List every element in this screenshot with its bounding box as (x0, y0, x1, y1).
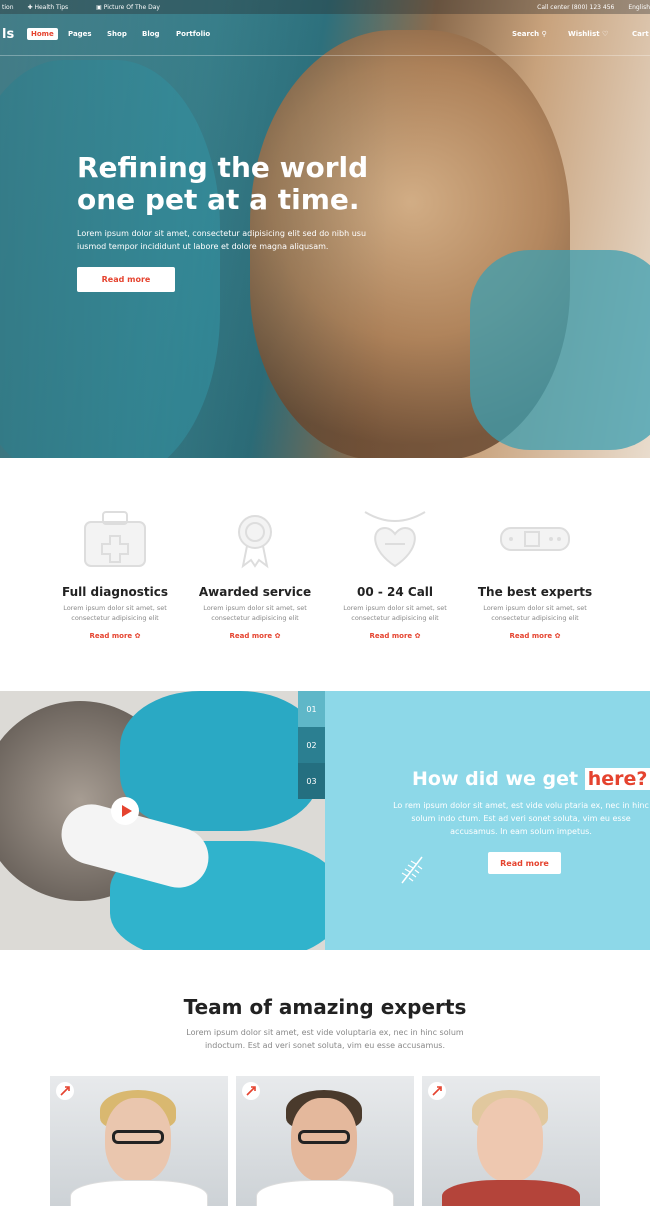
service-read-more[interactable]: Read more ✿ (510, 632, 561, 640)
nav-blog[interactable]: Blog (142, 30, 160, 38)
top-bar: tion ✚ Health Tips ▣ Picture Of The Day … (0, 0, 650, 14)
nav-home[interactable]: Home (27, 28, 58, 40)
hero-title: Refining the world one pet at a time. (77, 151, 369, 216)
award-ribbon-icon (238, 515, 272, 569)
service-title: Full diagnostics (62, 585, 168, 599)
language-switcher[interactable]: English (628, 4, 650, 11)
service-text: Lorem ipsum dolor sit amet, set consecte… (203, 604, 307, 622)
service-title: 00 - 24 Call (356, 585, 434, 599)
history-read-more-button[interactable]: Read more (488, 852, 561, 874)
paw-icon: ✿ (554, 632, 561, 640)
hero-read-more-button[interactable]: Read more (77, 267, 175, 292)
history-title: How did we get here? (412, 768, 650, 790)
tab-01[interactable]: 01 (298, 691, 325, 727)
service-card: 00 - 24 Call Lorem ipsum dolor sit amet,… (330, 508, 460, 642)
nav-shop[interactable]: Shop (107, 30, 127, 38)
first-aid-kit-icon (84, 511, 146, 567)
service-card: Full diagnostics Lorem ipsum dolor sit a… (50, 508, 180, 642)
rocket-icon (56, 1082, 74, 1100)
history-tabs: 01 02 03 (298, 691, 325, 799)
call-center-text: Call center (800) 123 456 (537, 3, 615, 11)
nav-portfolio[interactable]: Portfolio (176, 30, 210, 38)
topbar-link-health-tips[interactable]: ✚ Health Tips (28, 4, 83, 11)
service-text: Lorem ipsum dolor sit amet, set consecte… (483, 604, 587, 622)
paw-icon: ✿ (134, 632, 141, 640)
heart-icon: ♡ (602, 30, 609, 38)
logo[interactable]: ls (2, 27, 14, 42)
service-read-more[interactable]: Read more ✿ (90, 632, 141, 640)
service-title: Awarded service (198, 585, 312, 599)
service-text: Lorem ipsum dolor sit amet, set consecte… (343, 604, 447, 622)
main-nav: ls Home Pages Shop Blog Portfolio Search… (0, 27, 650, 43)
wishlist-button[interactable]: Wishlist ♡ (568, 30, 608, 38)
nav-pages[interactable]: Pages (68, 30, 92, 38)
search-icon: ⚲ (541, 30, 547, 38)
pet-collar-icon (500, 527, 570, 551)
topbar-link-picture[interactable]: ▣ Picture Of The Day (96, 4, 174, 11)
team-text: Lorem ipsum dolor sit amet, est vide vol… (186, 1028, 464, 1050)
team-member-card[interactable] (236, 1076, 414, 1206)
cart-button[interactable]: Cart (632, 30, 649, 38)
tab-03[interactable]: 03 (298, 763, 325, 799)
play-video-button[interactable] (111, 797, 139, 825)
search-button[interactable]: Search ⚲ (512, 30, 547, 38)
paw-icon: ✿ (414, 632, 421, 640)
hero-section: tion ✚ Health Tips ▣ Picture Of The Day … (0, 0, 650, 458)
play-icon (121, 805, 132, 817)
team-title: Team of amazing experts (183, 995, 467, 1019)
service-text: Lorem ipsum dolor sit amet, set consecte… (63, 604, 167, 622)
team-member-photo (477, 1098, 543, 1182)
service-card: The best experts Lorem ipsum dolor sit a… (470, 508, 600, 642)
tab-02[interactable]: 02 (298, 727, 325, 763)
history-text: Lo rem ipsum dolor sit amet, est vide vo… (393, 801, 649, 836)
pet-tag-heart-icon (364, 511, 426, 568)
team-member-card[interactable] (422, 1076, 600, 1206)
team-member-card[interactable] (50, 1076, 228, 1206)
services-section: Full diagnostics Lorem ipsum dolor sit a… (0, 458, 650, 691)
rocket-icon (242, 1082, 260, 1100)
service-read-more[interactable]: Read more ✿ (230, 632, 281, 640)
topbar-link-0[interactable]: tion (2, 4, 14, 11)
service-title: The best experts (477, 585, 593, 599)
hero-text: Lorem ipsum dolor sit amet, consectetur … (77, 229, 367, 251)
cat-bandage-image (0, 691, 325, 950)
rocket-icon (428, 1082, 446, 1100)
service-card: Awarded service Lorem ipsum dolor sit am… (190, 508, 320, 642)
leaf-icon (401, 856, 423, 884)
history-title-highlight: here? (584, 768, 650, 790)
service-read-more[interactable]: Read more ✿ (370, 632, 421, 640)
paw-icon: ✿ (274, 632, 281, 640)
